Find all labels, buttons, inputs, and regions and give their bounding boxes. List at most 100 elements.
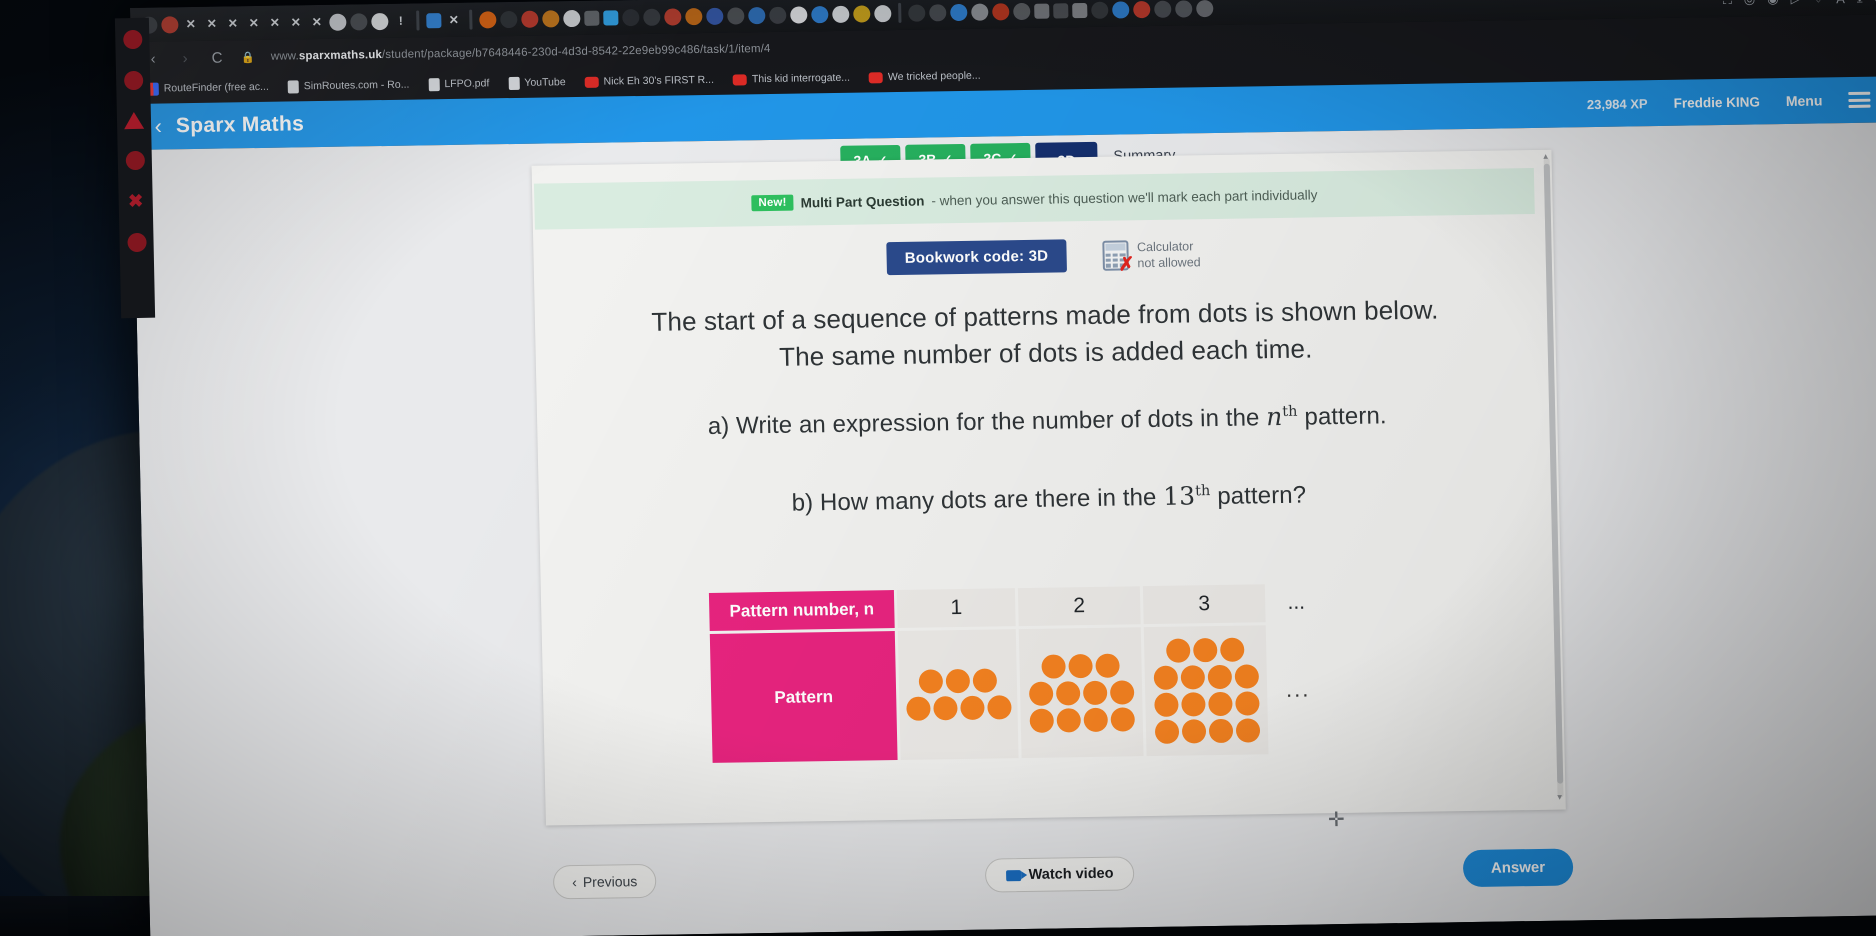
taskbar-icon-19[interactable]: [769, 6, 787, 24]
pattern-number-1: 1: [896, 588, 1016, 629]
lock-icon: 🔒: [240, 51, 255, 64]
taskbar-icon-2[interactable]: [329, 13, 347, 31]
taskbar-icon-4[interactable]: [371, 12, 389, 30]
user-name[interactable]: Freddie KING: [1673, 94, 1760, 110]
taskbar-icon-x-2[interactable]: ✕: [224, 16, 241, 30]
question-part-a: a) Write an expression for the number of…: [537, 398, 1558, 444]
multi-part-banner: New! Multi Part Question - when you answ…: [533, 167, 1535, 230]
taskbar-icon-1[interactable]: [161, 15, 179, 34]
taskbar-icon-39[interactable]: [1196, 0, 1214, 17]
taskbar-icon-x-5[interactable]: ✕: [287, 15, 304, 29]
pattern-dots-3: [1143, 625, 1269, 757]
scroll-up-arrow[interactable]: ▲: [1542, 152, 1550, 161]
dot: [945, 668, 971, 694]
taskbar-icon-30[interactable]: [1013, 2, 1031, 20]
taskbar-icon-36[interactable]: [1133, 0, 1151, 18]
taskbar-icon-24[interactable]: [874, 4, 892, 22]
menu-button[interactable]: Menu: [1786, 92, 1823, 109]
taskbar-icon-28[interactable]: [971, 3, 989, 21]
previous-button[interactable]: ‹ Previous: [552, 863, 657, 900]
bookmark-item[interactable]: YouTube: [508, 76, 566, 90]
bookmark-label: Nick Eh 30's FIRST R...: [603, 73, 715, 88]
answer-button[interactable]: Answer: [1462, 847, 1574, 887]
dot: [1207, 664, 1232, 690]
camera-icon[interactable]: ◎: [1744, 0, 1756, 8]
taskbar-icon-29[interactable]: [992, 2, 1010, 20]
forward-button[interactable]: ›: [177, 50, 193, 67]
monitor-screen: ✕ ✕ ✕ ✕ ✕ ✕ ✕ ! ✕ ‹ › C 🔒 www.sparxmaths…: [130, 0, 1876, 936]
bookmark-item[interactable]: LFPO.pdf: [428, 77, 489, 91]
taskbar-active-window[interactable]: [426, 12, 442, 28]
banner-title: Multi Part Question: [800, 193, 925, 210]
taskbar-icon-20[interactable]: [790, 5, 808, 24]
taskbar-icon-18[interactable]: [748, 6, 766, 24]
taskbar-icon-38[interactable]: [1175, 0, 1193, 18]
dot: [1235, 718, 1260, 743]
taskbar-icon-x-4[interactable]: ✕: [266, 16, 283, 30]
taskbar-icon-6[interactable]: [500, 10, 518, 28]
rail-icon-record[interactable]: [125, 150, 145, 171]
taskbar-icon-34[interactable]: [1091, 1, 1109, 19]
taskbar-icon-12[interactable]: [622, 8, 640, 26]
taskbar-icon-33[interactable]: [1072, 2, 1088, 18]
taskbar-separator-1: [469, 9, 473, 30]
watch-video-button[interactable]: Watch video: [984, 856, 1135, 893]
taskbar-icon-32[interactable]: [1053, 2, 1069, 18]
rail-icon-power[interactable]: [122, 29, 143, 50]
taskbar-icon-37[interactable]: [1154, 0, 1172, 18]
taskbar-icon-15[interactable]: [685, 7, 703, 25]
bookmark-item[interactable]: RouteFinder (free ac...: [147, 80, 269, 96]
letter-a-icon[interactable]: A: [1836, 0, 1845, 6]
taskbar-icon-16[interactable]: [706, 7, 724, 25]
rail-icon-globe[interactable]: [126, 232, 147, 253]
taskbar-icon-17[interactable]: [727, 6, 745, 25]
bookmark-item[interactable]: This kid interrogate...: [732, 72, 850, 86]
scroll-down-arrow[interactable]: ▼: [1556, 793, 1564, 802]
bookmark-item[interactable]: We tricked people...: [868, 70, 981, 84]
taskbar-icon-22[interactable]: [832, 5, 850, 23]
record-icon[interactable]: ◉: [1767, 0, 1779, 7]
taskbar-icon-35[interactable]: [1112, 0, 1130, 19]
youtube-favicon: [732, 73, 748, 86]
rail-icon-triangle[interactable]: [123, 111, 145, 130]
taskbar-icon-13[interactable]: [643, 8, 661, 26]
video-camera-icon: [1005, 869, 1021, 881]
taskbar-icon-8[interactable]: [542, 9, 560, 28]
play-icon[interactable]: ▷: [1790, 0, 1800, 7]
bookmark-item[interactable]: SimRoutes.com - Ro...: [287, 78, 410, 94]
taskbar-icon-i[interactable]: !: [392, 14, 409, 28]
download-icon[interactable]: ⤓: [1857, 0, 1863, 6]
taskbar-icon-31[interactable]: [1034, 3, 1050, 19]
bookmark-label: SimRoutes.com - Ro...: [303, 78, 410, 93]
taskbar-icon-x-7[interactable]: ✕: [445, 13, 462, 27]
taskbar-icon-21[interactable]: [811, 5, 829, 23]
taskbar-icon-x-1[interactable]: ✕: [203, 17, 220, 31]
screen-share-icon[interactable]: ⛶: [1723, 0, 1732, 8]
taskbar-icon-26[interactable]: [929, 3, 947, 21]
taskbar-icon-27[interactable]: [950, 3, 968, 21]
taskbar-icon-9[interactable]: [563, 9, 581, 27]
taskbar-icon-x-6[interactable]: ✕: [308, 15, 325, 29]
taskbar-icon-10[interactable]: [584, 10, 600, 26]
reload-button[interactable]: C: [209, 49, 225, 66]
taskbar-icon-23[interactable]: [853, 4, 871, 23]
taskbar-icon-7[interactable]: [521, 10, 539, 28]
address-bar[interactable]: www.sparxmaths.uk/student/package/b76484…: [271, 43, 771, 63]
taskbar-icon-11[interactable]: [603, 9, 619, 26]
taskbar-icon-5[interactable]: [479, 10, 497, 29]
bookmark-favicon: [508, 76, 520, 90]
taskbar-icon-x-0[interactable]: ✕: [182, 17, 199, 31]
taskbar-icon-x-3[interactable]: ✕: [245, 16, 262, 30]
hamburger-menu-icon[interactable]: [1848, 91, 1871, 109]
pattern-table: Pattern number, n 1 2 3 ... Pattern ...: [708, 583, 1328, 763]
taskbar-icon-14[interactable]: [664, 7, 682, 26]
taskbar-icon-3[interactable]: [350, 12, 368, 31]
desktop-app-rail[interactable]: ✖: [114, 17, 156, 319]
bookmark-item[interactable]: Nick Eh 30's FIRST R...: [584, 74, 714, 88]
rail-icon-close[interactable]: ✖: [126, 191, 145, 211]
taskbar-icon-25[interactable]: [908, 4, 926, 22]
heart-icon[interactable]: ♡: [1812, 0, 1824, 7]
dot: [1180, 692, 1206, 717]
rail-icon-home[interactable]: [123, 70, 143, 91]
chevron-left-icon[interactable]: ‹: [154, 114, 162, 140]
